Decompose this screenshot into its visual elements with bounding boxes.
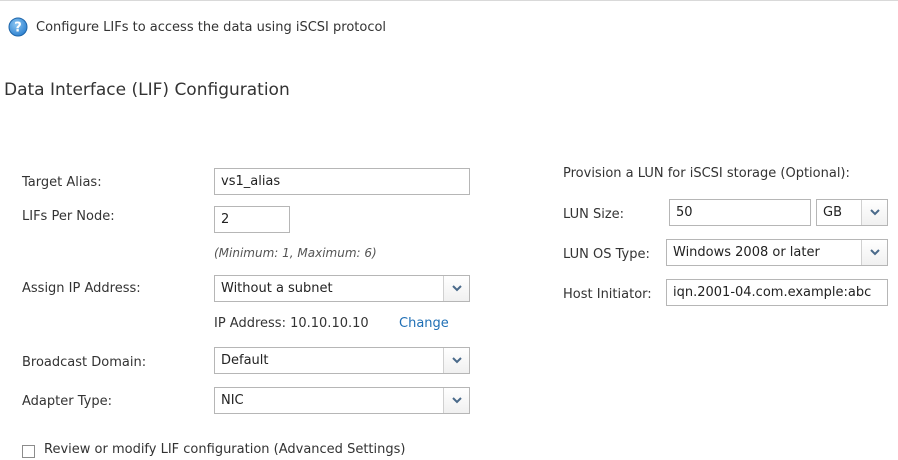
assign-ip-select[interactable]: Without a subnet: [214, 275, 470, 302]
lun-size-input[interactable]: 50: [669, 199, 811, 226]
chevron-down-icon[interactable]: [443, 348, 469, 373]
top-divider: [0, 0, 898, 1]
lun-size-unit-select[interactable]: GB: [816, 199, 888, 226]
broadcast-domain-select[interactable]: Default: [214, 347, 470, 374]
chevron-down-icon[interactable]: [861, 200, 887, 225]
chevron-down-icon[interactable]: [443, 276, 469, 301]
intro-text: Configure LIFs to access the data using …: [36, 19, 387, 35]
adapter-type-select[interactable]: NIC: [214, 387, 470, 414]
lifs-per-node-label: LIFs Per Node:: [22, 209, 115, 224]
broadcast-domain-label: Broadcast Domain:: [22, 355, 147, 370]
host-initiator-label: Host Initiator:: [563, 287, 652, 302]
svg-text:?: ?: [14, 21, 22, 36]
lun-heading: Provision a LUN for iSCSI storage (Optio…: [563, 166, 850, 181]
broadcast-domain-value: Default: [221, 353, 269, 368]
advanced-settings-checkbox[interactable]: [22, 445, 35, 458]
lun-size-unit-value: GB: [823, 205, 842, 220]
lun-os-type-label: LUN OS Type:: [563, 247, 650, 262]
lifs-per-node-hint: (Minimum: 1, Maximum: 6): [214, 246, 377, 260]
chevron-down-icon[interactable]: [861, 240, 887, 265]
chevron-down-icon[interactable]: [443, 388, 469, 413]
lun-size-label: LUN Size:: [563, 207, 625, 222]
assign-ip-value: Without a subnet: [221, 281, 333, 296]
assign-ip-label: Assign IP Address:: [22, 281, 141, 296]
lifs-per-node-input[interactable]: 2: [214, 206, 290, 233]
adapter-type-label: Adapter Type:: [22, 394, 112, 409]
section-title: Data Interface (LIF) Configuration: [4, 80, 290, 100]
target-alias-label: Target Alias:: [22, 175, 102, 190]
lun-os-type-value: Windows 2008 or later: [673, 245, 820, 260]
lun-os-type-select[interactable]: Windows 2008 or later: [666, 239, 888, 266]
target-alias-input[interactable]: vs1_alias: [214, 168, 470, 195]
question-circle-icon[interactable]: ?: [8, 17, 28, 37]
adapter-type-value: NIC: [221, 393, 244, 408]
advanced-settings-label[interactable]: Review or modify LIF configuration (Adva…: [44, 442, 405, 457]
change-ip-link[interactable]: Change: [399, 316, 449, 331]
intro-row: ? Configure LIFs to access the data usin…: [8, 16, 386, 38]
ip-address-text: IP Address: 10.10.10.10: [214, 316, 369, 331]
host-initiator-input[interactable]: iqn.2001-04.com.example:abc: [666, 279, 888, 306]
